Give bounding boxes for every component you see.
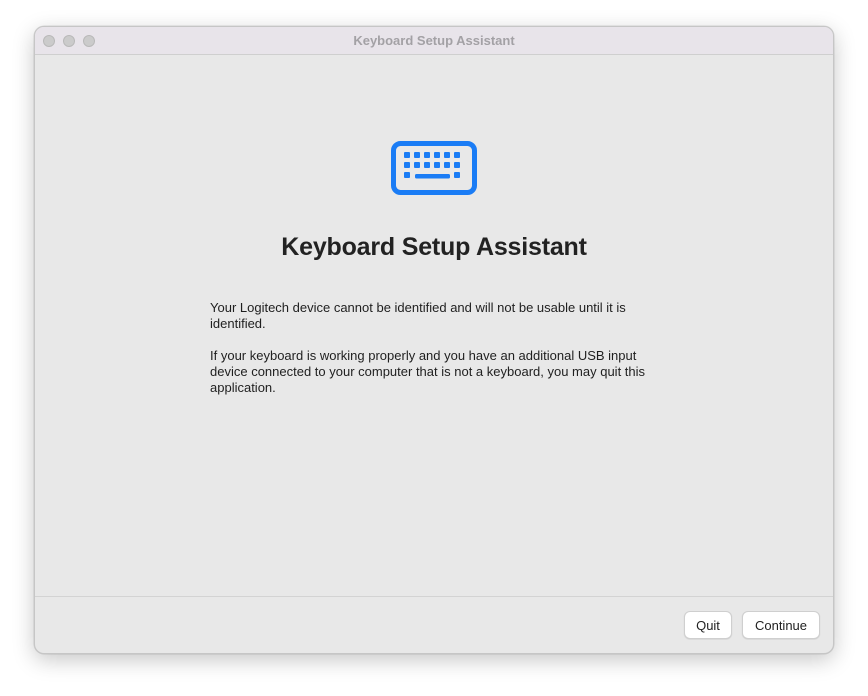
page-title: Keyboard Setup Assistant [281, 233, 587, 261]
continue-button[interactable]: Continue [742, 611, 820, 639]
description-text: Your Logitech device cannot be identifie… [210, 300, 660, 412]
setup-assistant-window: Keyboard Setup Assistant Keyboard Setup … [34, 26, 834, 654]
button-bar: Quit Continue [35, 596, 833, 653]
description-paragraph: Your Logitech device cannot be identifie… [210, 300, 626, 331]
description-paragraph: If your keyboard is working properly and… [210, 348, 646, 395]
window-title: Keyboard Setup Assistant [353, 33, 515, 48]
title-bar[interactable]: Keyboard Setup Assistant [35, 27, 833, 55]
quit-button[interactable]: Quit [684, 611, 732, 639]
keyboard-icon [391, 141, 477, 195]
main-content: Keyboard Setup Assistant Your Logitech d… [35, 55, 833, 596]
